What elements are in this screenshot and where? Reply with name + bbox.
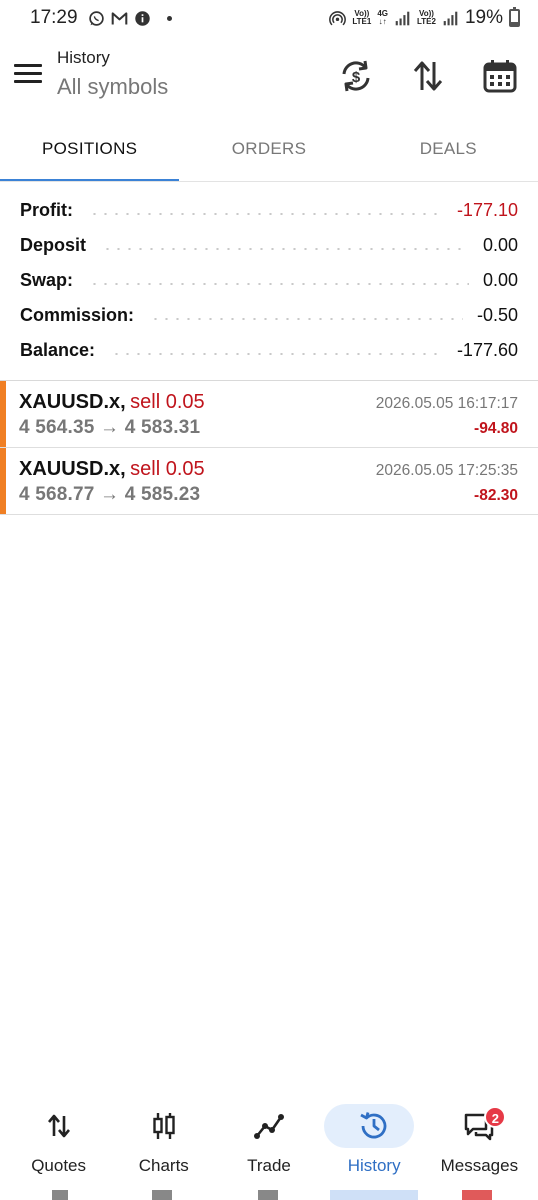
volte-lte2-icon: Vo)) LTE2 — [417, 9, 436, 26]
status-left: 17:29 — [30, 7, 172, 29]
currency-exchange-icon[interactable]: $ — [338, 58, 374, 94]
summary-label: Profit: — [20, 200, 73, 220]
position-profit: -94.80 — [474, 420, 518, 437]
signal-sim1-icon — [395, 11, 410, 25]
dotted-leader — [111, 352, 443, 355]
ghost-glyph — [462, 1190, 492, 1200]
summary-value: 0.00 — [482, 235, 518, 255]
position-item[interactable]: XAUUSD.x, sell 0.05 2026.05.05 17:25:35 … — [0, 448, 538, 515]
summary-value: 0.00 — [482, 270, 518, 290]
summary-value: -0.50 — [476, 305, 518, 325]
nav-ghost-strip — [0, 1190, 538, 1200]
whatsapp-icon — [88, 10, 104, 26]
ghost-glyph — [258, 1190, 278, 1200]
history-clock-icon — [360, 1112, 387, 1139]
volte-lte1-icon: Vo)) LTE1 — [352, 9, 372, 26]
position-side-bar — [0, 448, 6, 514]
summary-label: Swap: — [20, 270, 74, 290]
position-symbol: XAUUSD.x, — [19, 391, 126, 413]
position-item[interactable]: XAUUSD.x, sell 0.05 2026.05.05 16:17:17 … — [0, 381, 538, 448]
battery-percent: 19% — [464, 7, 503, 28]
summary-value: -177.10 — [456, 200, 518, 220]
status-bar: 17:29 Vo)) LTE1 4G ↓↑ Vo)) LTE2 19% — [0, 0, 538, 36]
ghost-glyph — [152, 1190, 172, 1200]
nav-history[interactable]: History — [322, 1094, 426, 1186]
position-prices: 4 568.77 → 4 585.23 — [19, 484, 201, 505]
ghost-glyph — [52, 1190, 68, 1200]
status-right: Vo)) LTE1 4G ↓↑ Vo)) LTE2 19% — [329, 7, 520, 29]
summary-row-deposit: Deposit 0.00 — [0, 228, 538, 263]
dotted-leader — [102, 247, 469, 250]
nav-label: Messages — [440, 1156, 519, 1175]
summary-label: Deposit — [20, 235, 87, 255]
nav-trade[interactable]: Trade — [217, 1094, 321, 1186]
nav-quotes[interactable]: Quotes — [7, 1094, 111, 1186]
positions-list: XAUUSD.x, sell 0.05 2026.05.05 16:17:17 … — [0, 381, 538, 515]
page-title: History — [57, 48, 110, 67]
4g-data-icon: 4G ↓↑ — [377, 9, 388, 26]
tab-orders[interactable]: ORDERS — [179, 124, 358, 182]
position-time: 2026.05.05 16:17:17 — [375, 395, 518, 412]
trade-line-icon — [253, 1114, 284, 1139]
summary-value: -177.60 — [456, 340, 518, 360]
nav-label: Trade — [247, 1156, 291, 1175]
tab-positions[interactable]: POSITIONS — [0, 124, 180, 182]
nav-label: Quotes — [31, 1156, 86, 1175]
dotted-leader — [89, 282, 469, 285]
notification-dot — [166, 15, 172, 21]
title-block[interactable]: History All symbols — [57, 48, 168, 100]
nav-charts[interactable]: Charts — [112, 1094, 216, 1186]
summary-panel: Profit: -177.10 Deposit 0.00 Swap: 0.00 … — [0, 193, 538, 368]
hotspot-icon — [329, 10, 347, 25]
position-profit: -82.30 — [474, 487, 518, 504]
summary-row-profit: Profit: -177.10 — [0, 193, 538, 228]
sort-icon[interactable] — [410, 58, 446, 94]
calendar-icon[interactable] — [482, 58, 518, 94]
tab-deals[interactable]: DEALS — [359, 124, 538, 182]
app-header: History All symbols $ — [0, 36, 538, 120]
position-side: sell 0.05 — [130, 458, 205, 480]
summary-row-commission: Commission: -0.50 — [0, 298, 538, 333]
candlestick-icon — [153, 1113, 175, 1139]
position-symbol: XAUUSD.x, — [19, 458, 126, 480]
status-time: 17:29 — [30, 7, 78, 28]
info-icon — [134, 10, 150, 26]
sim2-label: LTE2 — [417, 17, 436, 26]
battery-fill — [511, 22, 518, 25]
summary-row-balance: Balance: -177.60 — [0, 333, 538, 368]
symbol-filter[interactable]: All symbols — [57, 74, 168, 100]
position-time: 2026.05.05 17:25:35 — [375, 462, 518, 479]
gmail-icon — [111, 11, 127, 24]
summary-label: Balance: — [20, 340, 96, 360]
ghost-pill — [330, 1190, 418, 1200]
position-prices: 4 564.35 → 4 583.31 — [19, 417, 201, 438]
tab-bar: POSITIONS ORDERS DEALS — [0, 124, 538, 182]
summary-label: Commission: — [20, 305, 135, 325]
position-side: sell 0.05 — [130, 391, 205, 413]
tab-divider — [0, 181, 538, 182]
nav-label: Charts — [138, 1156, 189, 1175]
menu-icon[interactable] — [14, 64, 42, 86]
battery-icon — [509, 7, 520, 27]
signal-sim2-icon — [443, 11, 458, 25]
position-side-bar — [0, 381, 6, 447]
summary-row-swap: Swap: 0.00 — [0, 263, 538, 298]
sim1-label: LTE1 — [352, 17, 372, 26]
bottom-nav: Quotes Charts Trade History 2 Messages — [0, 1094, 538, 1186]
dotted-leader — [150, 317, 463, 320]
nav-messages[interactable]: 2 Messages — [427, 1094, 531, 1186]
dotted-leader — [89, 212, 443, 215]
svg-text:$: $ — [352, 69, 361, 86]
nav-label: History — [347, 1156, 401, 1175]
quotes-arrows-icon — [47, 1114, 70, 1138]
